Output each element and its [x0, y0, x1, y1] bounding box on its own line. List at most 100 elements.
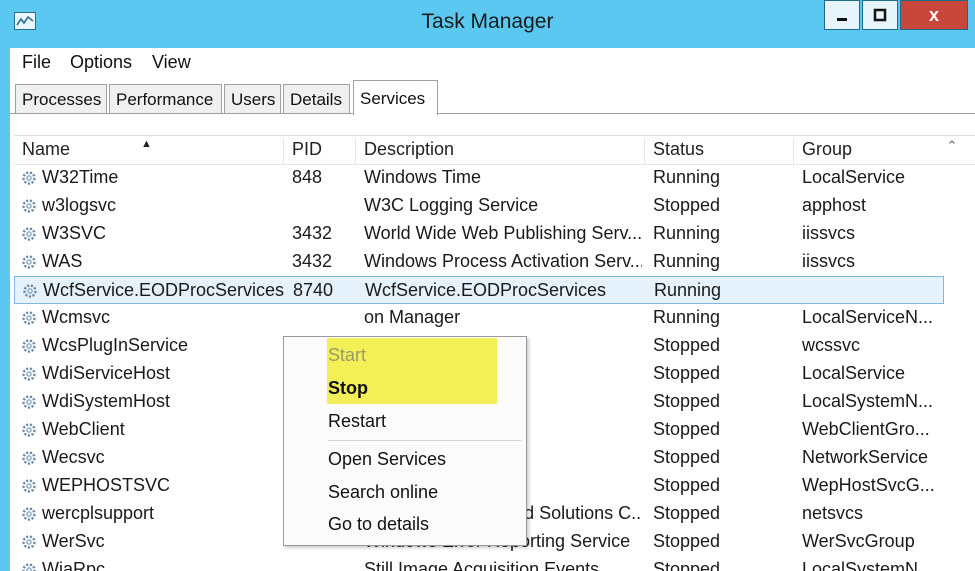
cell-status: Running — [653, 167, 721, 187]
cell-group: LocalService — [802, 167, 906, 187]
gear-icon — [20, 505, 38, 523]
minimize-button[interactable] — [824, 0, 860, 30]
cell-status: Stopped — [653, 475, 721, 495]
maximize-icon — [873, 8, 887, 22]
cell-status: Stopped — [653, 335, 721, 355]
cell-name: Wcmsvc — [42, 307, 110, 327]
gear-icon — [20, 449, 38, 467]
table-row[interactable]: W3SVC 3432 World Wide Web Publishing Serv.… — [14, 220, 944, 248]
table-row[interactable]: W32Time 848 Windows Time Running LocalServic… — [14, 164, 944, 192]
cell-name: WAS — [42, 251, 83, 271]
cell-status: Stopped — [653, 419, 721, 439]
menu-item-search-online[interactable]: Search online — [328, 482, 438, 503]
cell-name: WiaRpc — [42, 559, 106, 571]
cell-group: netsvcs — [802, 503, 864, 523]
menu-item-stop[interactable]: Stop — [328, 378, 368, 399]
menu-item-start[interactable]: Start — [328, 345, 366, 366]
gear-icon — [20, 421, 38, 439]
cell-name: WcfService.EODProcServices — [43, 280, 285, 300]
menu-separator — [328, 440, 522, 441]
gear-icon — [21, 282, 39, 300]
tab-performance[interactable]: Performance — [109, 84, 222, 113]
tab-services[interactable]: Services — [353, 80, 438, 115]
table-row[interactable]: WAS 3432 Windows Process Activation Serv..… — [14, 248, 944, 276]
menu-item-restart[interactable]: Restart — [328, 411, 386, 432]
cell-description: Windows Time — [364, 167, 482, 187]
table-row[interactable]: Wcmsvc on Manager Running LocalServiceN... — [14, 304, 944, 332]
gear-icon — [20, 225, 38, 243]
column-header-description[interactable]: Description — [356, 139, 645, 164]
cell-name: w3logsvc — [42, 195, 117, 215]
cell-status: Stopped — [653, 447, 721, 467]
cell-status: Stopped — [653, 363, 721, 383]
cell-status: Stopped — [653, 195, 721, 215]
gear-icon — [20, 253, 38, 271]
tab-processes[interactable]: Processes — [15, 84, 107, 113]
cell-group: LocalSystemN... — [802, 559, 934, 571]
gear-icon — [20, 309, 38, 327]
column-header-name[interactable]: Name ▲ — [14, 138, 284, 164]
menu-view[interactable]: View — [152, 52, 191, 73]
main-content: File Options View Processes Performance … — [10, 48, 975, 571]
cell-group: apphost — [802, 195, 867, 215]
cell-status: Stopped — [653, 503, 721, 523]
cell-description: W3C Logging Service — [364, 195, 539, 215]
cell-name: W3SVC — [42, 223, 107, 243]
gear-icon — [20, 533, 38, 551]
table-row[interactable]: w3logsvc W3C Logging Service Stopped apphos… — [14, 192, 944, 220]
menu-bar: File Options View — [10, 48, 975, 78]
maximize-button[interactable] — [862, 0, 898, 30]
cell-pid: 848 — [292, 167, 323, 187]
sort-up-arrow-icon: ▲ — [141, 138, 152, 150]
gear-icon — [20, 561, 38, 571]
cell-pid: 8740 — [293, 280, 334, 300]
cell-group: WebClientGro... — [802, 419, 930, 439]
tab-details[interactable]: Details — [283, 84, 350, 113]
gear-icon — [20, 393, 38, 411]
minimize-icon — [837, 18, 847, 21]
context-menu: Start Stop Restart Open Services Search … — [283, 336, 527, 546]
cell-status: Stopped — [653, 531, 721, 551]
cell-group: WerSvcGroup — [802, 531, 915, 551]
title-bar[interactable]: Task Manager x — [0, 0, 975, 48]
cell-name: W32Time — [42, 167, 119, 187]
cell-description: Windows Process Activation Serv... — [364, 251, 642, 271]
cell-name: WebClient — [42, 419, 125, 439]
gear-icon — [20, 197, 38, 215]
column-header-status[interactable]: Status — [645, 139, 794, 164]
task-manager-window: Task Manager x File Options View Process… — [0, 0, 975, 571]
cell-status: Running — [653, 307, 721, 327]
cell-group: WepHostSvcG... — [802, 475, 935, 495]
cell-pid: 3432 — [292, 223, 333, 243]
column-header-group[interactable]: Group — [794, 139, 942, 164]
cell-pid: 3432 — [292, 251, 333, 271]
scroll-up-arrow-icon[interactable]: ⌃ — [942, 138, 962, 162]
cell-group: wcssvc — [802, 335, 860, 355]
column-header-pid[interactable]: PID — [284, 139, 356, 164]
cell-group: LocalServiceN... — [802, 307, 934, 327]
gear-icon — [20, 337, 38, 355]
tab-strip: Processes Performance Users Details Serv… — [10, 78, 975, 115]
gear-icon — [20, 365, 38, 383]
table-row[interactable]: WcfService.EODProcServices 8740 WcfService… — [14, 276, 944, 304]
close-button[interactable]: x — [900, 0, 968, 30]
tab-users[interactable]: Users — [224, 84, 281, 113]
cell-description: World Wide Web Publishing Serv... — [364, 223, 642, 243]
cell-status: Stopped — [653, 559, 721, 571]
cell-description: on Manager — [364, 307, 461, 327]
cell-group: iissvcs — [802, 223, 855, 243]
cell-name: wercplsupport — [42, 503, 155, 523]
table-header: Name ▲ PID Description Status Group ⌃ — [14, 136, 975, 165]
cell-name: WdiSystemHost — [42, 391, 171, 411]
menu-options[interactable]: Options — [70, 52, 132, 73]
gear-icon — [20, 477, 38, 495]
gear-icon — [20, 169, 38, 187]
menu-item-open-services[interactable]: Open Services — [328, 449, 446, 470]
table-row[interactable]: WiaRpc Still Image Acquisition Events Stop… — [14, 556, 944, 571]
cell-description: WcfService.EODProcServices — [365, 280, 607, 300]
cell-group: NetworkService — [802, 447, 929, 467]
cell-name: Wecsvc — [42, 447, 105, 467]
cell-name: WdiServiceHost — [42, 363, 171, 383]
menu-file[interactable]: File — [22, 52, 51, 73]
menu-item-go-to-details[interactable]: Go to details — [328, 514, 429, 535]
